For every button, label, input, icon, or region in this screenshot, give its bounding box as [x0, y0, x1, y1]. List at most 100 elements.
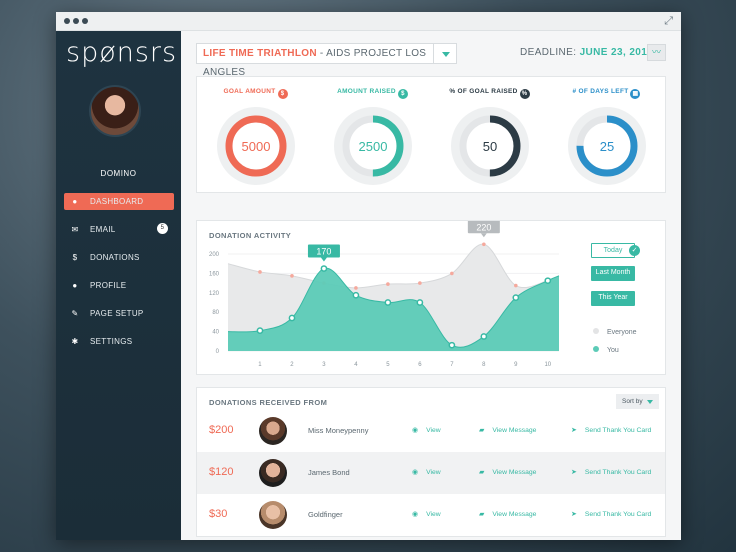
- sidebar-item-email[interactable]: ✉ EMAIL 5: [64, 221, 174, 238]
- data-point: [544, 277, 552, 285]
- last-month-button[interactable]: Last Month: [591, 266, 635, 281]
- data-point: [514, 283, 518, 288]
- message-icon: ▰: [479, 427, 485, 434]
- table-row: $200 Miss Moneypenny ◉ View ▰ View Message ➤ Se…: [197, 410, 665, 452]
- stat-value: 2500: [358, 139, 387, 154]
- send-thank-you-label: Send Thank You Card: [584, 511, 652, 518]
- user-name: DOMINO: [100, 169, 137, 178]
- today-button[interactable]: Today ✓: [591, 243, 640, 258]
- stat-card: # OF DAYS LEFT ▦ 25: [548, 77, 665, 186]
- eye-icon: ◉: [412, 427, 419, 434]
- legend-you-dot: [593, 346, 599, 352]
- y-tick-label: 40: [212, 330, 219, 336]
- stat-value: 50: [482, 139, 496, 154]
- stat-label: % OF GOAL RAISED%: [431, 88, 548, 102]
- hand-icon: $: [277, 89, 288, 99]
- window-dots[interactable]: [64, 18, 88, 24]
- expand-icon[interactable]: ⤢: [664, 15, 673, 28]
- chevron-down-icon[interactable]: [433, 44, 456, 63]
- x-tick-label: 9: [514, 362, 518, 368]
- sidebar-item-settings[interactable]: ✱ SETTINGS: [64, 333, 174, 350]
- callout-pointer: [480, 233, 487, 238]
- hand-icon: ▦: [630, 89, 641, 99]
- palette-icon: ●: [72, 197, 78, 206]
- x-tick-label: 4: [354, 362, 358, 368]
- sidebar-item-label: PROFILE: [90, 281, 127, 290]
- sidebar-item-label: EMAIL: [90, 225, 116, 234]
- stat-card: AMOUNT RAISED $2500: [314, 77, 431, 186]
- callout-label: 170: [316, 247, 331, 257]
- stat-value: 25: [599, 139, 613, 154]
- data-point: [256, 327, 264, 334]
- paper-plane-icon: ➤: [571, 427, 577, 434]
- data-point: [320, 265, 328, 272]
- eye-icon: ◉: [412, 469, 419, 476]
- stat-label-text: AMOUNT RAISED: [337, 88, 396, 95]
- view-label: View: [426, 427, 441, 434]
- stats-panel: GOAL AMOUNT $5000 AMOUNT RAISED $2500% OF G…: [196, 76, 666, 193]
- this-year-button[interactable]: This Year: [591, 291, 635, 306]
- pencil-icon: ✎: [71, 309, 79, 318]
- sidebar: spønsrs DOMINO ● DASHBOARD ✉ EMAIL 5 $ DONATIO…: [56, 31, 181, 540]
- person-icon: ●: [72, 281, 78, 290]
- hand-icon: $: [397, 89, 408, 99]
- user-avatar[interactable]: [89, 85, 141, 137]
- stat-label-text: # OF DAYS LEFT: [572, 88, 629, 95]
- send-thank-you-link[interactable]: ➤ Send Thank You Card: [571, 468, 651, 476]
- data-point: [512, 294, 520, 302]
- y-tick-label: 120: [209, 291, 220, 297]
- x-tick-label: 10: [544, 362, 551, 368]
- sidebar-item-dashboard[interactable]: ● DASHBOARD: [64, 193, 174, 210]
- data-point: [418, 281, 422, 285]
- send-thank-you-link[interactable]: ➤ Send Thank You Card: [571, 510, 651, 518]
- activity-panel: DONATION ACTIVITY 0 40 80 120 160 200 1 2 3 4 5 6 7 8…: [196, 220, 666, 375]
- view-message-label: View Message: [492, 427, 537, 434]
- view-message-link[interactable]: ▰ View Message: [479, 426, 536, 434]
- deadline: DEADLINE: JUNE 23, 2014: [520, 47, 653, 58]
- view-message-link[interactable]: ▰ View Message: [479, 510, 536, 518]
- gear-icon: ✱: [71, 337, 79, 346]
- view-message-link[interactable]: ▰ View Message: [479, 468, 536, 476]
- message-icon: ▰: [479, 511, 485, 518]
- sidebar-item-label: DASHBOARD: [90, 197, 144, 206]
- table-row: $120 James Bond ◉ View ▰ View Message ➤ Send Th…: [197, 452, 665, 494]
- view-label: View: [426, 511, 441, 518]
- deadline-date: JUNE 23, 2014: [579, 47, 654, 58]
- project-select[interactable]: LIFE TIME TRIATHLON - AIDS PROJECT LOS A…: [196, 43, 457, 78]
- avatar[interactable]: [259, 459, 287, 487]
- send-thank-you-label: Send Thank You Card: [584, 469, 652, 476]
- sidebar-item-page-setup[interactable]: ✎ PAGE SETUP: [64, 305, 174, 322]
- data-point: [290, 274, 294, 278]
- logo[interactable]: spønsrs: [66, 37, 177, 68]
- paper-plane-icon: ➤: [571, 511, 577, 518]
- donation-amount: $200: [209, 424, 234, 436]
- x-tick-label: 3: [322, 362, 326, 368]
- x-tick-label: 8: [482, 362, 486, 368]
- view-link[interactable]: ◉ View: [412, 426, 441, 434]
- table-row: $30 Goldfinger ◉ View ▰ View Message ➤ Send Tha…: [197, 494, 665, 536]
- sort-by-dropdown[interactable]: Sort by: [616, 394, 659, 409]
- data-point: [288, 314, 296, 322]
- x-tick-label: 1: [258, 362, 262, 368]
- sidebar-nav: ● DASHBOARD ✉ EMAIL 5 $ DONATIONS ● PROFILE ✎ PAGE…: [64, 193, 174, 361]
- avatar[interactable]: [259, 501, 287, 529]
- legend-everyone-dot: [593, 328, 599, 334]
- donor-name: Goldfinger: [308, 510, 343, 519]
- app-window: ⤢ spønsrs DOMINO ● DASHBOARD ✉ EMAIL 5 $ DONAT…: [56, 12, 681, 540]
- x-tick-label: 5: [386, 362, 390, 368]
- sidebar-item-donations[interactable]: $ DONATIONS: [64, 249, 174, 266]
- legend-you-label: You: [607, 347, 619, 354]
- trend-chart-icon[interactable]: 〰: [647, 44, 666, 61]
- send-thank-you-link[interactable]: ➤ Send Thank You Card: [571, 426, 651, 434]
- stat-ring: 5000: [216, 107, 295, 185]
- data-point: [352, 291, 360, 299]
- callout-pointer: [320, 257, 327, 262]
- view-link[interactable]: ◉ View: [412, 468, 441, 476]
- view-message-label: View Message: [492, 511, 537, 518]
- avatar[interactable]: [259, 417, 287, 445]
- eye-icon: ◉: [412, 511, 419, 518]
- view-link[interactable]: ◉ View: [412, 510, 441, 518]
- stat-label: AMOUNT RAISED $: [314, 88, 431, 102]
- sidebar-item-profile[interactable]: ● PROFILE: [64, 277, 174, 294]
- send-thank-you-label: Send Thank You Card: [584, 427, 652, 434]
